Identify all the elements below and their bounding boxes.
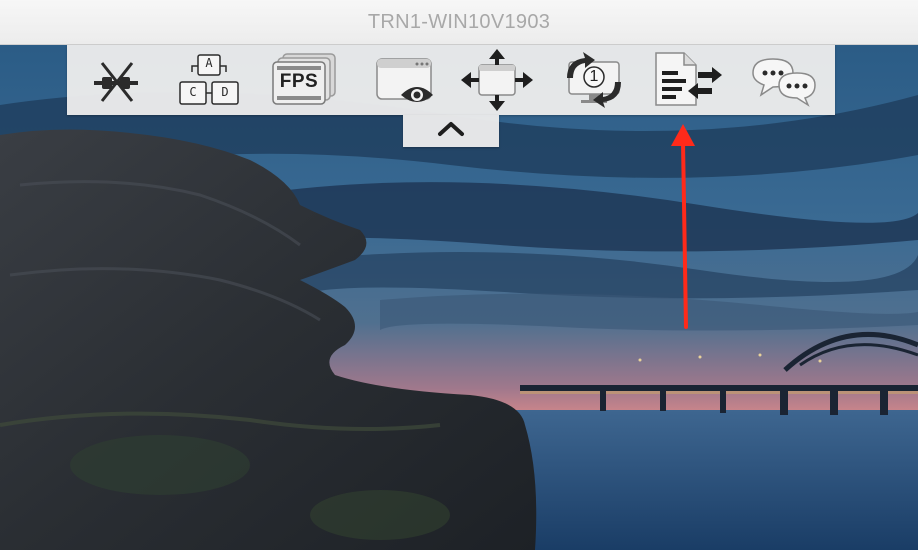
chat-bubbles-icon	[749, 53, 819, 107]
view-eye-icon	[369, 53, 439, 107]
key-a-label: A	[205, 56, 213, 70]
remote-desktop-window: TRN1-WIN10V1903 A C D FPS 1	[0, 0, 918, 550]
ctrl-alt-del-button[interactable]: A C D	[172, 49, 246, 111]
file-transfer-button[interactable]	[650, 49, 724, 111]
monitor-switch-icon: 1	[561, 52, 627, 108]
fps-label: FPS	[279, 71, 319, 92]
key-d-label: D	[221, 85, 229, 99]
chat-button[interactable]	[747, 49, 821, 111]
fullscreen-button[interactable]	[460, 49, 534, 111]
ctrl-alt-del-keys-icon: A C D	[178, 52, 240, 108]
disconnect-plug-icon	[88, 55, 144, 105]
fps-button[interactable]: FPS	[267, 49, 341, 111]
key-c-label: C	[189, 85, 197, 99]
switch-monitor-button[interactable]: 1	[557, 49, 631, 111]
disconnect-button[interactable]	[79, 49, 153, 111]
chevron-up-icon	[436, 120, 466, 143]
title-bar: TRN1-WIN10V1903	[0, 0, 918, 45]
move-arrows-icon	[461, 49, 533, 111]
window-title: TRN1-WIN10V1903	[367, 11, 551, 33]
fps-icon: FPS	[271, 52, 337, 108]
session-toolbar: A C D FPS 1	[67, 45, 835, 115]
file-transfer-icon	[650, 51, 724, 109]
view-only-button[interactable]	[367, 49, 441, 111]
toolbar-collapse-button[interactable]	[403, 115, 499, 147]
monitor-number: 1	[589, 68, 599, 85]
